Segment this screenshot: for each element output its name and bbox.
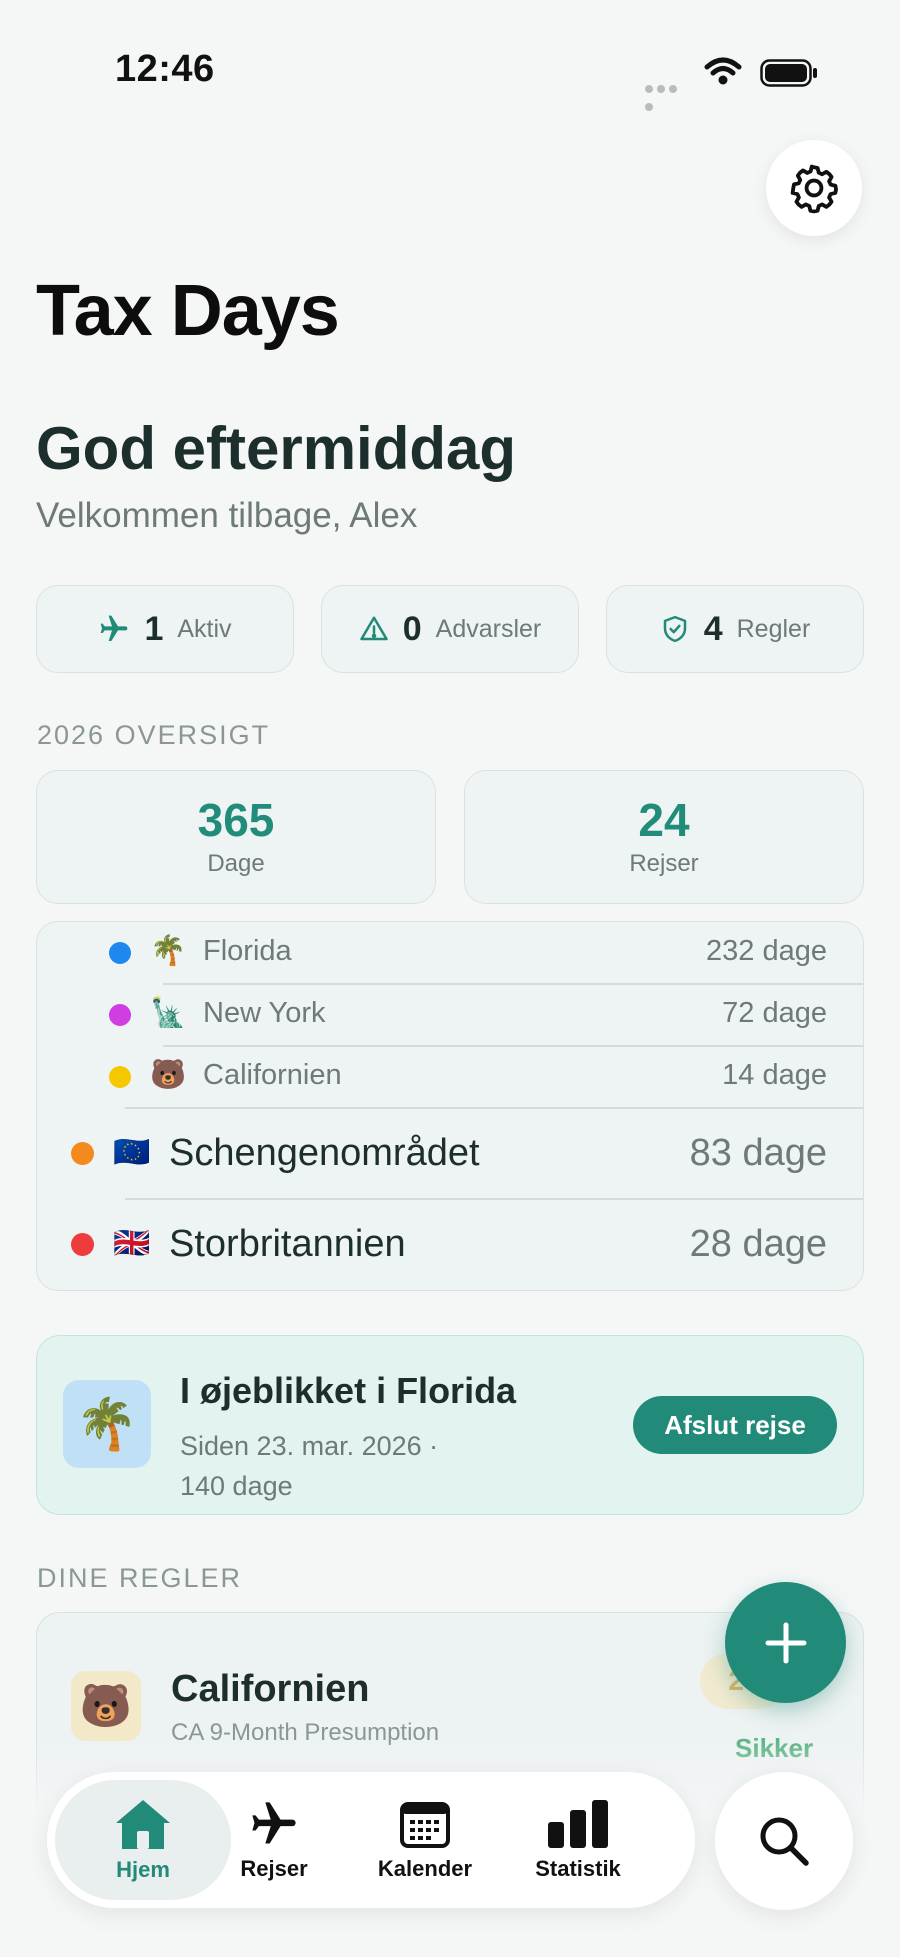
rules-count: 4	[703, 609, 723, 648]
rule-title: Californien	[171, 1668, 370, 1710]
end-trip-button[interactable]: Afslut rejse	[633, 1396, 837, 1454]
region-days: 28 dage	[689, 1223, 827, 1265]
region-name: Florida	[203, 935, 292, 967]
region-color-dot	[71, 1233, 94, 1256]
region-name: New York	[203, 997, 326, 1029]
region-days: 232 dage	[706, 935, 827, 967]
palm-tree-icon: 🌴	[63, 1380, 151, 1468]
tab-label: Hjem	[116, 1857, 170, 1882]
signal-icon	[645, 80, 691, 111]
active-label: Aktiv	[177, 614, 232, 643]
uk-flag-icon: 🇬🇧	[113, 1227, 151, 1260]
region-row-californien[interactable]: 🐻 Californien 14 dage	[37, 1046, 863, 1108]
overview-section-label: 2026 OVERSIGT	[37, 720, 271, 750]
gear-icon	[790, 164, 838, 214]
warnings-count: 0	[402, 609, 422, 648]
days-value: 365	[197, 793, 275, 846]
greeting: God eftermiddag	[36, 415, 517, 482]
tab-label: Rejser	[240, 1856, 308, 1881]
region-name: Schengenområdet	[169, 1132, 480, 1174]
region-color-dot	[109, 1066, 131, 1088]
welcome-text: Velkommen tilbage, Alex	[36, 496, 418, 535]
shield-check-icon	[663, 615, 686, 643]
active-count: 1	[144, 609, 164, 648]
trips-stat: 24 Rejser	[464, 770, 864, 904]
region-row-florida[interactable]: 🌴 Florida 232 dage	[37, 922, 863, 984]
current-location-subtitle: Siden 23. mar. 2026 · 140 dage	[180, 1431, 439, 1501]
region-name: Californien	[203, 1059, 342, 1091]
airplane-icon	[101, 615, 128, 641]
tab-statistics[interactable]: Statistik	[508, 1780, 648, 1900]
days-stat: 365 Dage	[36, 770, 436, 904]
warnings-label: Advarsler	[435, 614, 542, 643]
rules-chip[interactable]: 4 Regler	[606, 585, 864, 673]
search-button[interactable]	[715, 1772, 853, 1910]
statue-of-liberty-icon: 🗽	[150, 997, 187, 1029]
battery-icon	[760, 59, 817, 87]
tab-trips[interactable]: Rejser	[204, 1780, 344, 1900]
warnings-chip[interactable]: 0 Advarsler	[321, 585, 579, 673]
regions-card: 🌴 Florida 232 dage 🗽 New York 72 dage 🐻 …	[36, 921, 864, 1291]
tab-label: Statistik	[535, 1856, 621, 1881]
wifi-icon	[703, 55, 743, 92]
bear-icon: 🐻	[71, 1671, 141, 1741]
add-trip-button[interactable]	[725, 1582, 846, 1703]
eu-flag-icon: 🇪🇺	[113, 1136, 151, 1169]
airplane-icon	[252, 1802, 296, 1844]
tab-calendar[interactable]: Kalender	[355, 1780, 495, 1900]
tab-bar: Hjem Rejser Kalender Statistik	[47, 1772, 695, 1908]
region-color-dot	[71, 1142, 94, 1165]
region-days: 83 dage	[689, 1132, 827, 1174]
plus-icon	[765, 1622, 806, 1663]
region-row-uk[interactable]: 🇬🇧 Storbritannien 28 dage	[37, 1199, 863, 1289]
search-icon	[760, 1817, 809, 1866]
current-location-title: I øjeblikket i Florida	[180, 1370, 517, 1411]
rules-label: Regler	[736, 614, 811, 643]
region-row-new-york[interactable]: 🗽 New York 72 dage	[37, 984, 863, 1046]
app-title: Tax Days	[36, 271, 340, 351]
region-days: 14 dage	[722, 1059, 827, 1091]
rules-section-label: DINE REGLER	[37, 1563, 243, 1593]
region-days: 72 dage	[722, 997, 827, 1029]
bar-chart-icon	[548, 1800, 608, 1848]
region-color-dot	[109, 1004, 131, 1026]
settings-button[interactable]	[766, 140, 862, 236]
palm-tree-icon: 🌴	[150, 935, 187, 967]
tab-label: Kalender	[377, 1856, 473, 1881]
region-color-dot	[109, 942, 131, 964]
days-label: Dage	[207, 850, 265, 878]
calendar-icon	[400, 1802, 450, 1848]
home-icon	[116, 1800, 170, 1849]
active-trips-chip[interactable]: 1 Aktiv	[36, 585, 294, 673]
trips-label: Rejser	[629, 850, 699, 878]
current-location-card[interactable]: 🌴 I øjeblikket i Florida Siden 23. mar. …	[36, 1335, 864, 1515]
warning-icon	[359, 616, 388, 641]
trips-value: 24	[638, 793, 690, 846]
status-time: 12:46	[115, 48, 215, 90]
region-name: Storbritannien	[169, 1223, 406, 1265]
region-row-schengen[interactable]: 🇪🇺 Schengenområdet 83 dage	[37, 1108, 863, 1198]
bear-icon: 🐻	[150, 1059, 187, 1091]
